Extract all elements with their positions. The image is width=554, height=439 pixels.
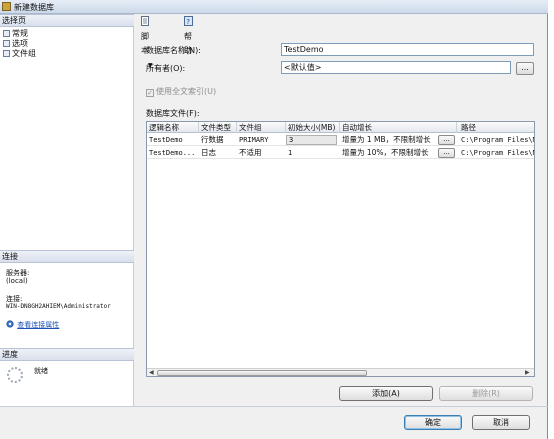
horizontal-scrollbar[interactable]: ◀ ▶ (147, 368, 534, 376)
cell-file-type: 行数据 (201, 135, 224, 144)
window-title: 新建数据库 (14, 3, 54, 12)
owner-input[interactable]: <默认值> (281, 61, 511, 74)
progress-header: 进度 (0, 348, 134, 361)
grid-header: 逻辑名称 文件类型 文件组 初始大小(MB) 自动增长 路径 (147, 122, 534, 133)
nav-item-label: 选项 (12, 39, 28, 48)
column-header-initial-size[interactable]: 初始大小(MB) (286, 122, 340, 133)
column-header-logical-name[interactable]: 逻辑名称 (147, 122, 199, 133)
database-files-grid[interactable]: 逻辑名称 文件类型 文件组 初始大小(MB) 自动增长 路径 TestDemo … (146, 121, 535, 377)
help-icon: ? (184, 16, 193, 26)
cell-initial-size[interactable]: 1 (286, 147, 337, 159)
new-database-window: 新建数据库 选择页 常规 选项 文件组 连接 服务器: (local) 连接: … (0, 0, 548, 439)
progress-spinner-icon (7, 367, 23, 383)
cell-filegroup: 不适用 (239, 148, 262, 157)
script-button[interactable]: 脚本 ▼ (141, 16, 153, 69)
server-value: (local) (6, 277, 28, 285)
add-button[interactable]: 添加(A) (339, 386, 433, 401)
remove-button[interactable]: 删除(R) (439, 386, 533, 401)
connection-header: 连接 (0, 250, 134, 263)
table-row[interactable]: TestDemo... 日志 不适用 1 增量为 10%，不限制增长 ... C… (147, 147, 534, 159)
cancel-button[interactable]: 取消 (472, 415, 530, 430)
help-button[interactable]: ? 帮助 (184, 16, 194, 55)
db-name-input[interactable]: TestDemo (281, 43, 534, 56)
script-icon (141, 16, 149, 26)
nav-item-label: 文件组 (12, 49, 36, 58)
owner-label: 所有者(O): (146, 64, 186, 73)
footer-divider (0, 406, 548, 407)
fulltext-checkbox-row[interactable]: ✓ 使用全文索引(U) (146, 86, 216, 97)
cell-path: C:\Program Files\Mic (461, 149, 534, 157)
nav-item-label: 常规 (12, 29, 28, 38)
nav-item-options[interactable]: 选项 (3, 39, 28, 48)
scroll-right-icon[interactable]: ▶ (525, 369, 530, 376)
table-row[interactable]: TestDemo 行数据 PRIMARY 3 增量为 1 MB，不限制增长 ..… (147, 134, 534, 146)
view-connection-properties-link[interactable]: 查看连接属性 (17, 321, 59, 329)
db-name-label: 数据库名称(N): (146, 46, 201, 55)
page-icon (3, 40, 10, 47)
page-icon (3, 50, 10, 57)
nav-item-filegroups[interactable]: 文件组 (3, 49, 36, 58)
database-icon (2, 2, 11, 11)
ok-button[interactable]: 确定 (404, 415, 462, 430)
column-header-file-type[interactable]: 文件类型 (199, 122, 237, 133)
cell-initial-size[interactable]: 3 (286, 135, 337, 145)
cell-filegroup: PRIMARY (239, 136, 269, 144)
connection-value: WIN-DN8GH2AHIEM\Administrator (6, 303, 111, 310)
connection-properties-icon (6, 320, 14, 328)
autogrowth-browse-button[interactable]: ... (438, 135, 455, 145)
column-header-filegroup[interactable]: 文件组 (237, 122, 286, 133)
desktop-edge (548, 0, 554, 439)
progress-status: 就绪 (34, 367, 48, 375)
column-header-path[interactable]: 路径 (457, 122, 534, 133)
page-icon (3, 30, 10, 37)
cell-file-type: 日志 (201, 148, 216, 157)
nav-item-general[interactable]: 常规 (3, 29, 28, 38)
column-header-autogrowth[interactable]: 自动增长 (340, 122, 457, 133)
left-pane: 选择页 常规 选项 文件组 连接 服务器: (local) 连接: WIN-DN… (0, 14, 134, 406)
cell-logical-name[interactable]: TestDemo... (147, 147, 199, 159)
server-label: 服务器: (6, 269, 30, 277)
connection-label: 连接: (6, 295, 23, 303)
cell-autogrowth: 增量为 1 MB，不限制增长 (342, 135, 431, 144)
scrollbar-thumb[interactable] (157, 370, 367, 376)
owner-browse-button[interactable]: ... (516, 62, 534, 75)
fulltext-label: 使用全文索引(U) (156, 87, 217, 96)
scroll-left-icon[interactable]: ◀ (149, 369, 154, 376)
autogrowth-browse-button[interactable]: ... (438, 148, 455, 158)
fulltext-checkbox[interactable]: ✓ (146, 89, 154, 97)
cell-autogrowth: 增量为 10%，不限制增长 (342, 148, 429, 157)
title-bar: 新建数据库 (0, 0, 548, 14)
cell-logical-name[interactable]: TestDemo (147, 134, 199, 146)
view-connection-row: 查看连接属性 (6, 320, 59, 329)
select-page-header: 选择页 (0, 14, 134, 27)
svg-text:?: ? (186, 18, 190, 26)
files-label: 数据库文件(F): (146, 109, 200, 118)
cell-path: C:\Program Files\Mic (461, 136, 534, 144)
